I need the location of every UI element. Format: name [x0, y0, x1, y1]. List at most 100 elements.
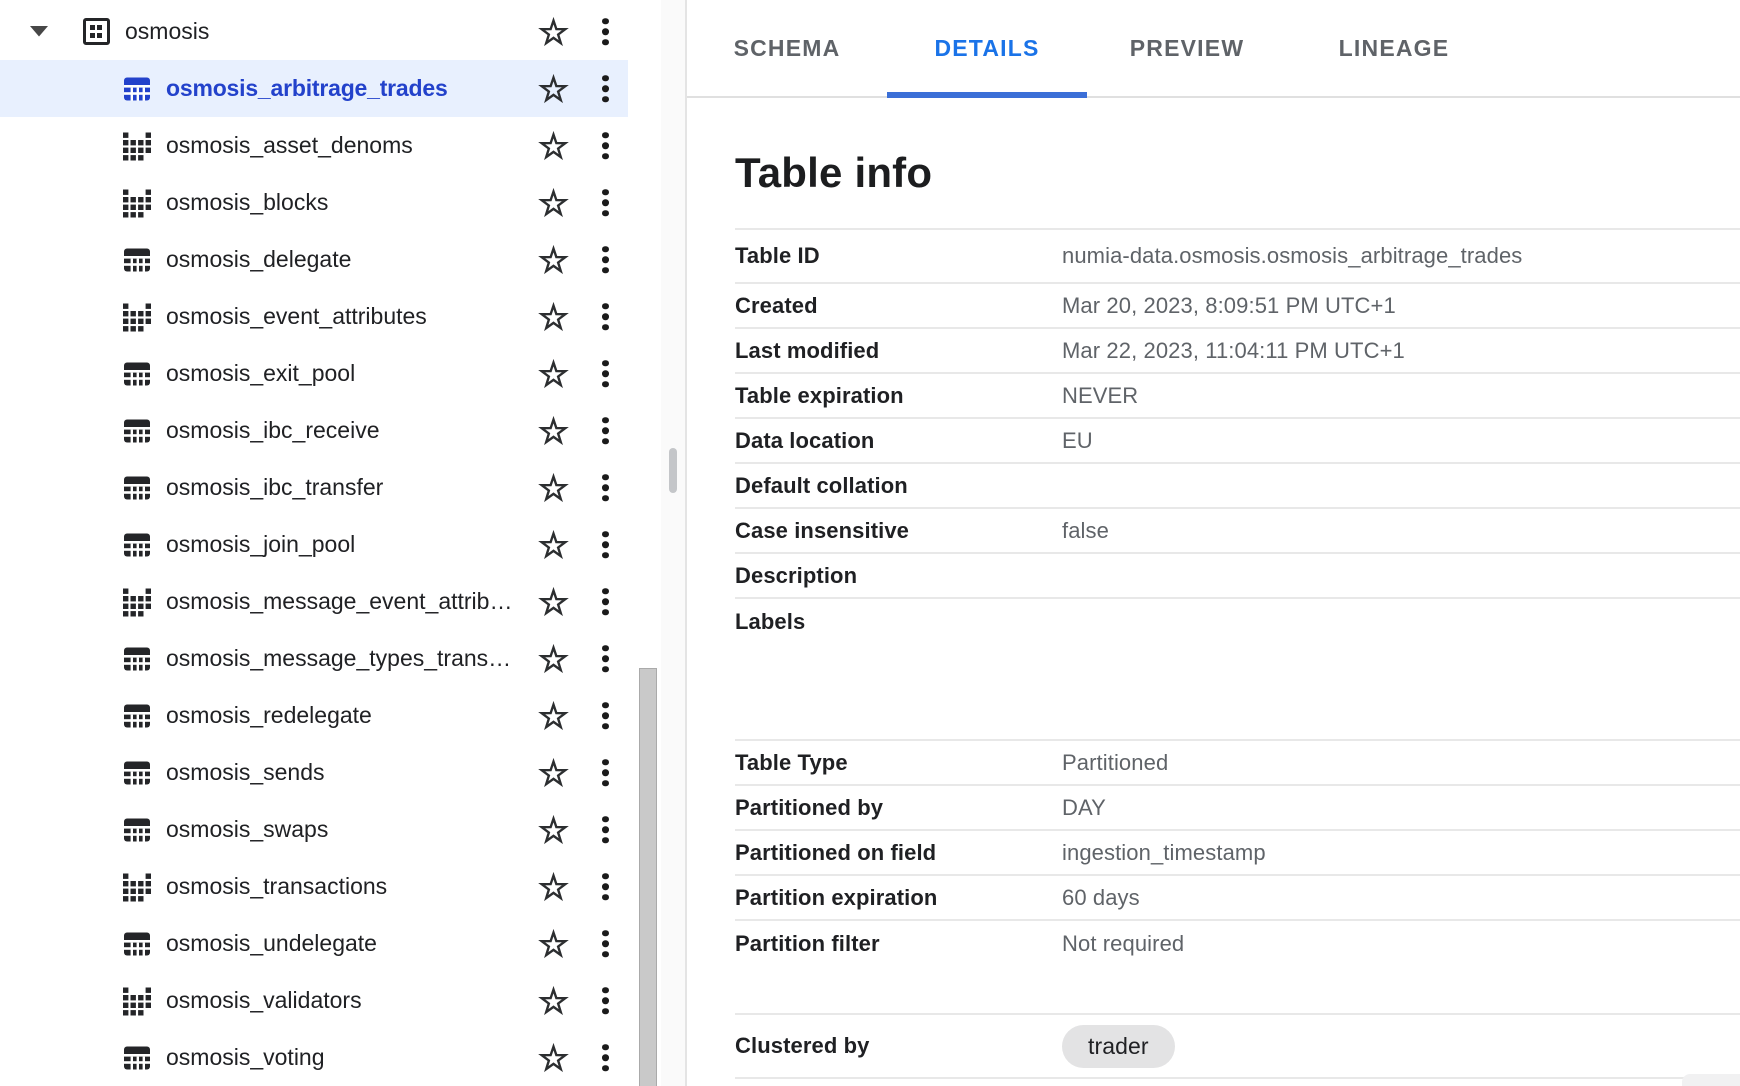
star-icon[interactable]	[538, 871, 569, 902]
kebab-menu-icon[interactable]	[600, 244, 611, 276]
tab-lineage[interactable]: LINEAGE	[1287, 0, 1501, 96]
tree-row-table[interactable]: osmosis_ibc_receive	[0, 402, 628, 459]
star-icon[interactable]	[538, 187, 569, 218]
star-icon[interactable]	[538, 928, 569, 959]
tree-row-table[interactable]: osmosis_sends	[0, 744, 628, 801]
kebab-menu-icon[interactable]	[600, 871, 611, 903]
tree-item-label: osmosis_message_types_trans…	[166, 645, 511, 672]
tree-row-table[interactable]: osmosis_redelegate	[0, 687, 628, 744]
detail-row: Partitioned on fieldingestion_timestamp	[735, 831, 1740, 876]
star-icon[interactable]	[538, 700, 569, 731]
details-section: Table TypePartitionedPartitioned byDAYPa…	[735, 739, 1740, 966]
tree-row-table[interactable]: osmosis_blocks	[0, 174, 628, 231]
star-icon[interactable]	[538, 415, 569, 446]
tree-row-table[interactable]: osmosis_message_types_trans…	[0, 630, 628, 687]
panel-splitter[interactable]	[661, 0, 687, 1086]
tree-item-label: osmosis_redelegate	[166, 702, 372, 729]
sidebar-scrollbar-thumb[interactable]	[639, 668, 657, 1086]
tree-row-table[interactable]: osmosis_transactions	[0, 858, 628, 915]
star-icon[interactable]	[538, 244, 569, 275]
detail-row: Data locationEU	[735, 419, 1740, 464]
detail-row: Table IDnumia-data.osmosis.osmosis_arbit…	[735, 230, 1740, 284]
tree-item-label: osmosis_voting	[166, 1044, 325, 1071]
table-icon	[121, 244, 153, 276]
table-icon	[121, 928, 153, 960]
tree-item-label: osmosis_event_attributes	[166, 303, 427, 330]
detail-row: Last modifiedMar 22, 2023, 11:04:11 PM U…	[735, 329, 1740, 374]
kebab-menu-icon[interactable]	[600, 358, 611, 390]
kebab-menu-icon[interactable]	[600, 928, 611, 960]
star-icon[interactable]	[538, 130, 569, 161]
star-icon[interactable]	[538, 1042, 569, 1073]
detail-value: NEVER	[1062, 383, 1138, 409]
kebab-menu-icon[interactable]	[600, 187, 611, 219]
detail-value: Not required	[1062, 931, 1184, 957]
tree-row-table[interactable]: osmosis_arbitrage_trades	[0, 60, 628, 117]
horizontal-scrollbar[interactable]	[1682, 1074, 1740, 1086]
tree-item-label: osmosis_exit_pool	[166, 360, 355, 387]
dotted-table-icon	[121, 187, 153, 219]
caret-down-icon[interactable]	[30, 26, 48, 37]
star-icon[interactable]	[538, 16, 569, 47]
tree-row-table[interactable]: osmosis_join_pool	[0, 516, 628, 573]
tree-row-table[interactable]: osmosis_delegate	[0, 231, 628, 288]
star-icon[interactable]	[538, 586, 569, 617]
kebab-menu-icon[interactable]	[600, 757, 611, 789]
tree-item-label: osmosis_transactions	[166, 873, 387, 900]
star-icon[interactable]	[538, 529, 569, 560]
detail-value: 60 days	[1062, 885, 1140, 911]
kebab-menu-icon[interactable]	[600, 472, 611, 504]
explorer-tree: osmosis osmosis_arbitrage_trades osmosis…	[0, 3, 628, 1086]
detail-label: Clustered by	[735, 1033, 1062, 1059]
tree-item-label: osmosis_swaps	[166, 816, 328, 843]
kebab-menu-icon[interactable]	[600, 1042, 611, 1074]
tree-row-table[interactable]: osmosis_validators	[0, 972, 628, 1029]
table-icon	[121, 1042, 153, 1074]
kebab-menu-icon[interactable]	[600, 16, 611, 48]
kebab-menu-icon[interactable]	[600, 985, 611, 1017]
kebab-menu-icon[interactable]	[600, 415, 611, 447]
tree-row-table[interactable]: osmosis_exit_pool	[0, 345, 628, 402]
tree-row-table[interactable]: osmosis_ibc_transfer	[0, 459, 628, 516]
kebab-menu-icon[interactable]	[600, 130, 611, 162]
tree-item-label: osmosis_delegate	[166, 246, 351, 273]
tree-row-dataset[interactable]: osmosis	[0, 3, 628, 60]
detail-row: CreatedMar 20, 2023, 8:09:51 PM UTC+1	[735, 284, 1740, 329]
splitter-drag-handle-icon[interactable]	[669, 448, 677, 493]
tree-row-table[interactable]: osmosis_asset_denoms	[0, 117, 628, 174]
tree-row-table[interactable]: osmosis_swaps	[0, 801, 628, 858]
star-icon[interactable]	[538, 814, 569, 845]
star-icon[interactable]	[538, 472, 569, 503]
active-tab-underline	[887, 92, 1087, 98]
tree-row-table[interactable]: osmosis_voting	[0, 1029, 628, 1086]
star-icon[interactable]	[538, 985, 569, 1016]
kebab-menu-icon[interactable]	[600, 643, 611, 675]
detail-row: Default collation	[735, 464, 1740, 509]
kebab-menu-icon[interactable]	[600, 73, 611, 105]
tree-item-label: osmosis_undelegate	[166, 930, 377, 957]
tree-row-table[interactable]: osmosis_undelegate	[0, 915, 628, 972]
tree-item-label: osmosis_asset_denoms	[166, 132, 413, 159]
clustered-field-chip: trader	[1062, 1025, 1175, 1068]
tree-row-table[interactable]: osmosis_event_attributes	[0, 288, 628, 345]
tab-preview[interactable]: PREVIEW	[1087, 0, 1287, 96]
star-icon[interactable]	[538, 643, 569, 674]
tree-item-label: osmosis_ibc_transfer	[166, 474, 383, 501]
tree-row-table[interactable]: osmosis_message_event_attrib…	[0, 573, 628, 630]
detail-label: Partitioned on field	[735, 840, 1062, 866]
tab-schema[interactable]: SCHEMA	[687, 0, 887, 96]
kebab-menu-icon[interactable]	[600, 700, 611, 732]
star-icon[interactable]	[538, 73, 569, 104]
table-icon	[121, 757, 153, 789]
detail-value: false	[1062, 518, 1109, 544]
table-icon	[121, 814, 153, 846]
star-icon[interactable]	[538, 757, 569, 788]
star-icon[interactable]	[538, 301, 569, 332]
tab-details[interactable]: DETAILS	[887, 0, 1087, 96]
kebab-menu-icon[interactable]	[600, 586, 611, 618]
tree-item-label: osmosis_arbitrage_trades	[166, 75, 448, 102]
kebab-menu-icon[interactable]	[600, 301, 611, 333]
star-icon[interactable]	[538, 358, 569, 389]
kebab-menu-icon[interactable]	[600, 529, 611, 561]
kebab-menu-icon[interactable]	[600, 814, 611, 846]
